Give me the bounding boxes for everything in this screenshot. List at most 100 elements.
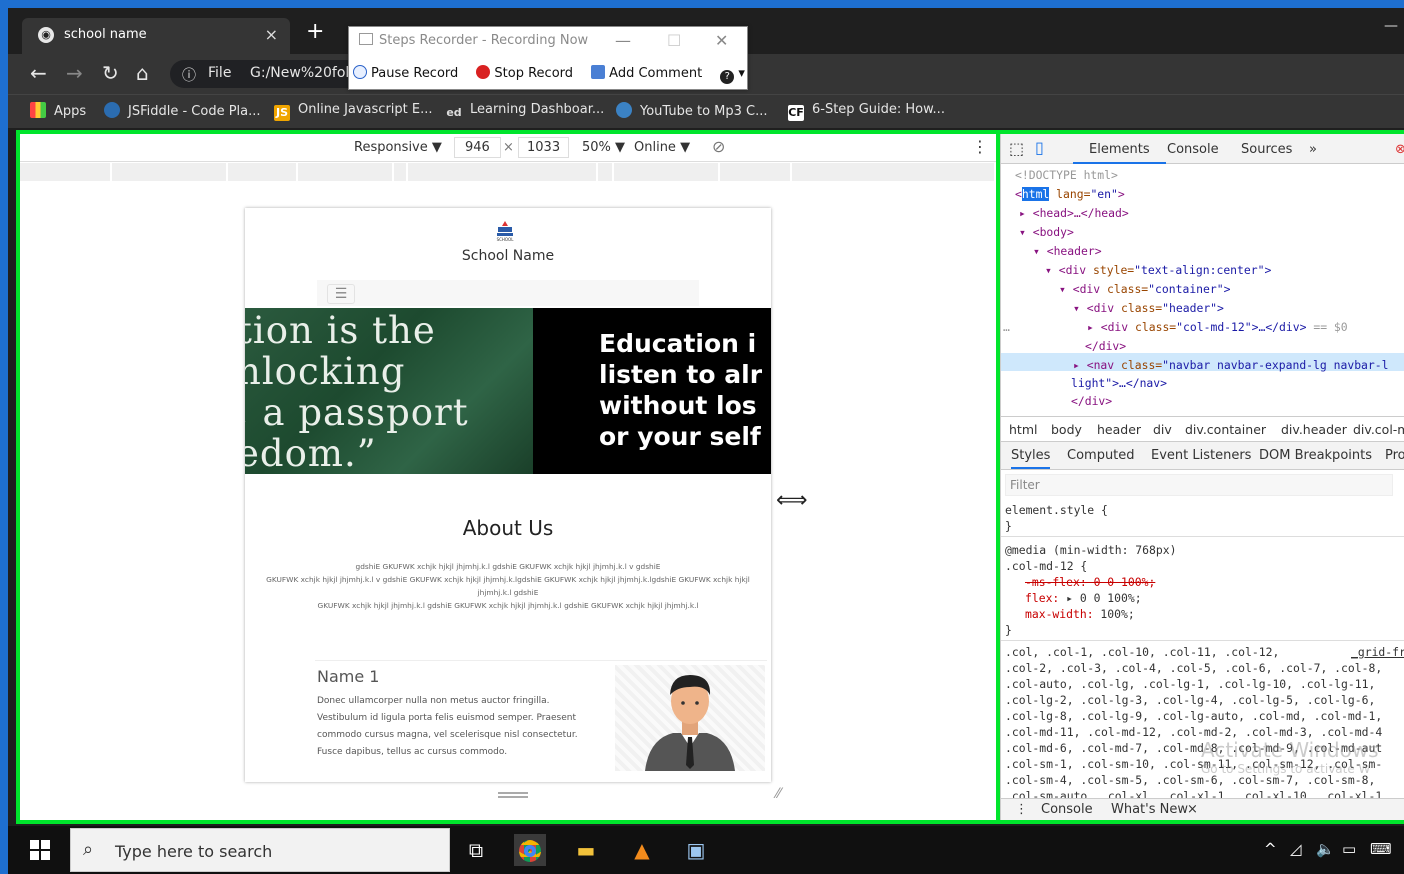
- dom-head[interactable]: ▸ <head>…</head>: [1019, 204, 1129, 222]
- volume-icon[interactable]: 🔈: [1316, 840, 1335, 858]
- subtab-styles[interactable]: Styles: [1011, 448, 1051, 469]
- styles-filter-input[interactable]: Filter: [1005, 474, 1393, 496]
- drawer-tab-whats-new[interactable]: What's New: [1111, 802, 1188, 817]
- browser-tab[interactable]: ◉ school name ×: [22, 18, 290, 54]
- crumb-html[interactable]: html: [1009, 422, 1037, 437]
- add-comment-button[interactable]: Add Comment: [591, 65, 702, 81]
- element-style-rule[interactable]: element.style {: [1005, 502, 1108, 518]
- crumb-div-header[interactable]: div.header: [1281, 422, 1347, 437]
- subtab-properties[interactable]: Pro: [1385, 448, 1404, 463]
- crumb-body[interactable]: body: [1051, 422, 1082, 437]
- device-mode-select[interactable]: Responsive ▼: [354, 140, 442, 155]
- dom-div-header[interactable]: ▾ <div class="header">: [1073, 299, 1224, 317]
- tab-console[interactable]: Console: [1167, 142, 1219, 157]
- bookmark-6step[interactable]: CF 6-Step Guide: How...: [788, 102, 945, 121]
- error-icon[interactable]: ⊗: [1395, 142, 1404, 157]
- address-bar[interactable]: ⓘ File G:/New%20fol: [170, 60, 350, 88]
- dom-header[interactable]: ▾ <header>: [1033, 242, 1102, 260]
- pause-record-button[interactable]: Pause Record: [353, 65, 458, 81]
- more-options-icon[interactable]: ⋮: [972, 137, 988, 156]
- col-md-12-selector[interactable]: .col-md-12 {: [1005, 558, 1087, 574]
- network-icon[interactable]: ◿: [1290, 840, 1302, 858]
- reload-icon[interactable]: ↻: [102, 62, 119, 84]
- steps-recorder-taskbar-icon[interactable]: ▣: [680, 834, 712, 866]
- dom-ellipsis[interactable]: …: [1003, 318, 1010, 336]
- bookmark-learning[interactable]: ed Learning Dashboar...: [446, 102, 604, 121]
- bookmark-online-js[interactable]: JS Online Javascript E...: [274, 102, 433, 121]
- dom-doctype[interactable]: <!DOCTYPE html>: [1015, 166, 1118, 184]
- battery-icon[interactable]: ▭: [1342, 840, 1356, 858]
- dom-html[interactable]: <html lang="en">: [1015, 185, 1125, 203]
- viewport-width-input[interactable]: 946: [454, 137, 501, 158]
- back-arrow-icon[interactable]: ←: [30, 62, 47, 84]
- drawer-close-icon[interactable]: ×: [1187, 802, 1198, 817]
- search-icon: ⌕: [83, 839, 94, 860]
- tab-elements[interactable]: Elements: [1073, 142, 1166, 164]
- new-tab-button[interactable]: +: [306, 21, 324, 43]
- crumb-div-col[interactable]: div.col-m: [1353, 422, 1404, 437]
- drawer-tab-console[interactable]: Console: [1041, 802, 1093, 817]
- taskbar-search-box[interactable]: ⌕ Type here to search: [70, 828, 450, 872]
- flex-prop[interactable]: flex: ▸ 0 0 100%;: [1025, 590, 1142, 606]
- school-logo-icon: SCHOOL: [497, 221, 514, 242]
- tab-more[interactable]: »: [1309, 142, 1317, 157]
- dom-div-container[interactable]: ▾ <div class="container">: [1059, 280, 1230, 298]
- inspect-element-icon[interactable]: ⬚: [1009, 139, 1024, 158]
- dom-nav-cont[interactable]: light">…</nav>: [1071, 374, 1167, 392]
- viewport-height-input[interactable]: 1033: [518, 137, 570, 158]
- close-icon[interactable]: ✕: [715, 31, 728, 50]
- media-query: @media (min-width: 768px): [1005, 543, 1177, 557]
- bookmark-apps[interactable]: Apps: [30, 102, 86, 119]
- drawer-menu-icon[interactable]: ⋮: [1015, 802, 1028, 817]
- resize-width-handle-icon[interactable]: ⟺: [776, 488, 808, 513]
- person-name: Name 1: [317, 667, 380, 686]
- tray-chevron-icon[interactable]: ^: [1264, 840, 1277, 858]
- dom-div-col-md-12[interactable]: ▸ <div class="col-md-12">…</div> == $0: [1087, 318, 1348, 336]
- dom-body[interactable]: ▾ <body>: [1019, 223, 1074, 241]
- js-icon: JS: [274, 105, 290, 121]
- forward-arrow-icon[interactable]: →: [66, 62, 83, 84]
- task-view-icon[interactable]: ⧉: [460, 834, 492, 866]
- minimize-icon[interactable]: —: [615, 31, 631, 50]
- dom-nav[interactable]: ▸ <nav class="navbar navbar-expand-lg na…: [1073, 356, 1388, 374]
- crumb-div[interactable]: div: [1153, 422, 1172, 437]
- hamburger-menu-icon[interactable]: ☰: [327, 284, 355, 304]
- content-highlight: Responsive ▼ 946 × 1033 50% ▼ Online ▼ ⊘…: [16, 130, 1404, 824]
- resize-height-handle[interactable]: [498, 792, 528, 798]
- window-minimize-icon[interactable]: —: [1384, 18, 1398, 34]
- network-throttle-select[interactable]: Online ▼: [634, 140, 690, 155]
- hero-banner: tion is the nlocking , a passport edom.”…: [245, 308, 771, 474]
- max-width-prop[interactable]: max-width: 100%;: [1025, 606, 1135, 622]
- windows-start-icon[interactable]: [30, 840, 52, 862]
- devtools-drawer: ⋮ Console What's New ×: [1001, 798, 1404, 820]
- dom-tree: <!DOCTYPE html> <html lang="en"> ▸ <head…: [1001, 166, 1404, 416]
- keyboard-icon[interactable]: ⌨: [1370, 840, 1392, 858]
- subtab-computed[interactable]: Computed: [1067, 448, 1135, 463]
- subtab-dom-breakpoints[interactable]: DOM Breakpoints: [1259, 448, 1372, 463]
- help-icon: ?: [720, 70, 735, 84]
- home-icon[interactable]: ⌂: [136, 62, 149, 84]
- bookmark-youtube-mp3[interactable]: YouTube to Mp3 C...: [616, 102, 768, 119]
- dom-div-center[interactable]: ▾ <div style="text-align:center">: [1045, 261, 1271, 279]
- file-explorer-icon[interactable]: ▬: [570, 834, 602, 866]
- media-query-ruler[interactable]: [20, 163, 996, 181]
- resize-corner-icon[interactable]: ⁄⁄: [776, 786, 781, 802]
- grid-source-link[interactable]: _grid-fr: [1351, 644, 1404, 660]
- device-toggle-icon[interactable]: ▯: [1035, 138, 1044, 157]
- rotate-icon[interactable]: ⊘: [712, 137, 725, 156]
- dom-close-div-2[interactable]: </div>: [1071, 392, 1112, 410]
- tab-sources[interactable]: Sources: [1241, 142, 1292, 157]
- crumb-div-container[interactable]: div.container: [1185, 422, 1266, 437]
- ms-flex-prop[interactable]: -ms-flex: 0 0 100%;: [1025, 574, 1155, 590]
- tab-close-icon[interactable]: ×: [265, 25, 278, 44]
- subtab-event-listeners[interactable]: Event Listeners: [1151, 448, 1251, 463]
- dom-close-div[interactable]: </div>: [1085, 337, 1126, 355]
- crumb-header[interactable]: header: [1097, 422, 1141, 437]
- stop-record-button[interactable]: Stop Record: [476, 65, 573, 81]
- tab-title: school name: [64, 27, 147, 42]
- help-button[interactable]: ? ▾: [720, 66, 745, 84]
- vlc-icon[interactable]: ▲: [626, 834, 658, 866]
- chrome-icon[interactable]: [514, 834, 546, 866]
- zoom-select[interactable]: 50% ▼: [582, 140, 625, 155]
- bookmark-jsfiddle[interactable]: JSFiddle - Code Pla...: [104, 102, 261, 119]
